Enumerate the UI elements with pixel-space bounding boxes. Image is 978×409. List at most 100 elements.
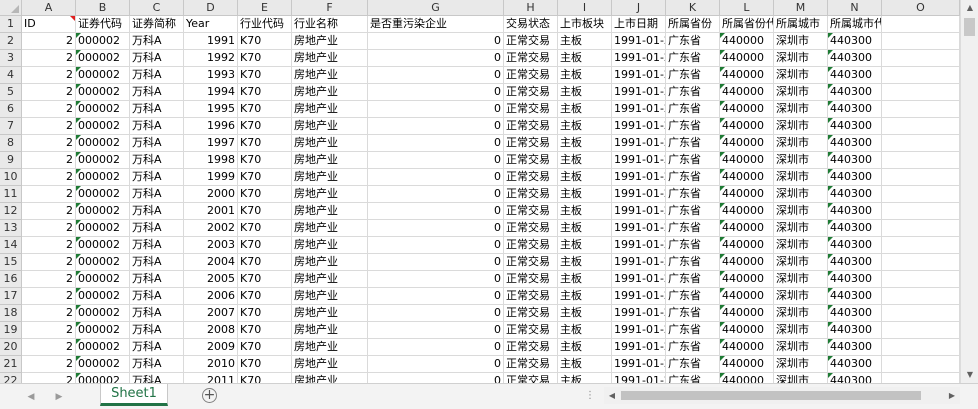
table-cell[interactable]: 主板: [558, 373, 612, 383]
table-cell[interactable]: 深圳市: [774, 101, 828, 118]
table-cell[interactable]: 广东省: [666, 84, 720, 101]
table-cell[interactable]: 0: [368, 186, 504, 203]
table-cell[interactable]: 0: [368, 288, 504, 305]
table-cell[interactable]: 万科A: [130, 271, 184, 288]
table-cell[interactable]: 440000: [720, 50, 774, 67]
table-cell[interactable]: 000002: [76, 305, 130, 322]
table-cell[interactable]: 2010: [184, 356, 238, 373]
table-cell[interactable]: 正常交易: [504, 33, 558, 50]
row-header[interactable]: 18: [0, 305, 22, 322]
table-cell[interactable]: 0: [368, 203, 504, 220]
table-cell[interactable]: 1994: [184, 84, 238, 101]
table-cell[interactable]: 2: [22, 288, 76, 305]
table-cell[interactable]: 440300: [828, 254, 882, 271]
table-cell[interactable]: 主板: [558, 339, 612, 356]
table-cell[interactable]: 000002: [76, 271, 130, 288]
table-cell[interactable]: 广东省: [666, 186, 720, 203]
column-header-e[interactable]: E: [238, 0, 292, 16]
table-cell[interactable]: 广东省: [666, 67, 720, 84]
table-cell[interactable]: 房地产业: [292, 50, 368, 67]
row-header[interactable]: 5: [0, 84, 22, 101]
table-cell[interactable]: 1998: [184, 152, 238, 169]
table-cell[interactable]: K70: [238, 356, 292, 373]
table-cell[interactable]: K70: [238, 152, 292, 169]
table-cell[interactable]: 正常交易: [504, 101, 558, 118]
table-cell[interactable]: 440300: [828, 152, 882, 169]
table-cell[interactable]: 万科A: [130, 339, 184, 356]
table-cell[interactable]: [882, 101, 960, 118]
table-cell[interactable]: 0: [368, 339, 504, 356]
table-cell[interactable]: 000002: [76, 50, 130, 67]
table-cell[interactable]: 000002: [76, 101, 130, 118]
table-cell[interactable]: 440000: [720, 356, 774, 373]
column-header-m[interactable]: M: [774, 0, 828, 16]
table-cell[interactable]: 440000: [720, 135, 774, 152]
table-cell[interactable]: 1996: [184, 118, 238, 135]
table-cell[interactable]: [882, 152, 960, 169]
table-cell[interactable]: 000002: [76, 254, 130, 271]
column-header-c[interactable]: C: [130, 0, 184, 16]
table-cell[interactable]: 主板: [558, 186, 612, 203]
table-cell[interactable]: K70: [238, 101, 292, 118]
table-cell[interactable]: 1991-01-29: [612, 101, 666, 118]
table-cell[interactable]: 正常交易: [504, 271, 558, 288]
table-cell[interactable]: 正常交易: [504, 67, 558, 84]
table-cell[interactable]: 440000: [720, 254, 774, 271]
table-cell[interactable]: 深圳市: [774, 135, 828, 152]
table-cell[interactable]: 房地产业: [292, 373, 368, 383]
column-header-d[interactable]: D: [184, 0, 238, 16]
table-cell[interactable]: 1991-01-29: [612, 373, 666, 383]
table-cell[interactable]: 2: [22, 169, 76, 186]
table-cell[interactable]: 房地产业: [292, 339, 368, 356]
table-cell[interactable]: 2008: [184, 322, 238, 339]
table-cell[interactable]: 深圳市: [774, 373, 828, 383]
header-cell-g[interactable]: 是否重污染企业: [368, 16, 504, 33]
table-cell[interactable]: 主板: [558, 118, 612, 135]
table-cell[interactable]: 0: [368, 118, 504, 135]
column-header-k[interactable]: K: [666, 0, 720, 16]
table-cell[interactable]: 万科A: [130, 220, 184, 237]
table-cell[interactable]: 440000: [720, 169, 774, 186]
table-cell[interactable]: 房地产业: [292, 220, 368, 237]
table-cell[interactable]: 深圳市: [774, 152, 828, 169]
table-cell[interactable]: 深圳市: [774, 50, 828, 67]
header-cell-c[interactable]: 证券简称: [130, 16, 184, 33]
table-cell[interactable]: 1991-01-29: [612, 271, 666, 288]
table-cell[interactable]: 0: [368, 237, 504, 254]
table-cell[interactable]: 万科A: [130, 84, 184, 101]
table-cell[interactable]: 1991-01-29: [612, 356, 666, 373]
table-cell[interactable]: 房地产业: [292, 237, 368, 254]
table-cell[interactable]: 万科A: [130, 101, 184, 118]
row-header[interactable]: 6: [0, 101, 22, 118]
table-cell[interactable]: K70: [238, 305, 292, 322]
table-cell[interactable]: 440300: [828, 373, 882, 383]
table-cell[interactable]: 2: [22, 84, 76, 101]
table-cell[interactable]: 1991-01-29: [612, 186, 666, 203]
scroll-up-icon[interactable]: ▲: [962, 0, 978, 16]
column-header-a[interactable]: A: [22, 0, 76, 16]
column-header-f[interactable]: F: [292, 0, 368, 16]
row-header[interactable]: 15: [0, 254, 22, 271]
row-header[interactable]: 14: [0, 237, 22, 254]
table-cell[interactable]: 2: [22, 254, 76, 271]
table-cell[interactable]: 深圳市: [774, 305, 828, 322]
table-cell[interactable]: 广东省: [666, 356, 720, 373]
table-cell[interactable]: 440000: [720, 305, 774, 322]
table-cell[interactable]: 正常交易: [504, 356, 558, 373]
row-header[interactable]: 16: [0, 271, 22, 288]
table-cell[interactable]: 440300: [828, 101, 882, 118]
table-cell[interactable]: 深圳市: [774, 169, 828, 186]
row-header[interactable]: 1: [0, 16, 22, 33]
table-cell[interactable]: 0: [368, 356, 504, 373]
table-cell[interactable]: 房地产业: [292, 118, 368, 135]
table-cell[interactable]: 000002: [76, 135, 130, 152]
table-cell[interactable]: 440000: [720, 152, 774, 169]
table-cell[interactable]: 000002: [76, 373, 130, 383]
table-cell[interactable]: 1991-01-29: [612, 135, 666, 152]
table-cell[interactable]: K70: [238, 135, 292, 152]
table-cell[interactable]: 房地产业: [292, 169, 368, 186]
header-cell-b[interactable]: 证券代码: [76, 16, 130, 33]
table-cell[interactable]: [882, 50, 960, 67]
row-header[interactable]: 12: [0, 203, 22, 220]
table-cell[interactable]: 万科A: [130, 152, 184, 169]
